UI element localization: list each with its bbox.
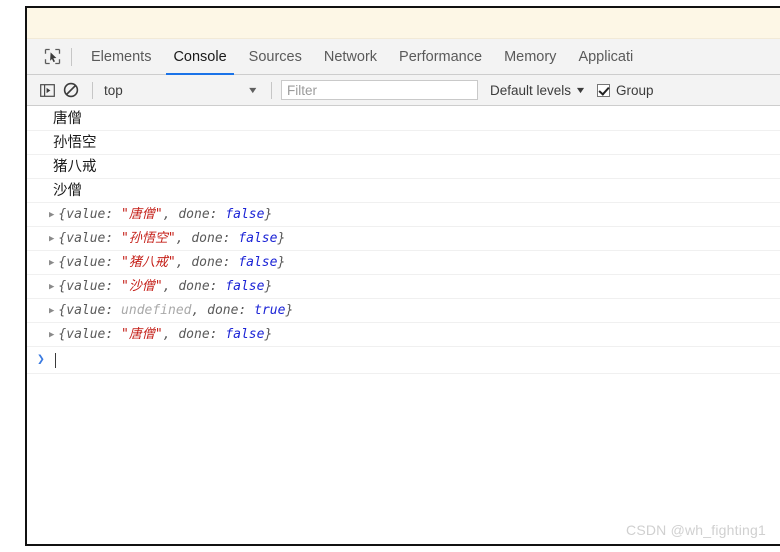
group-similar-label: Group (615, 82, 654, 98)
console-row[interactable]: ▶ {value: "猪八戒", done: false} (27, 251, 780, 275)
log-levels-label: Default levels (490, 82, 572, 98)
console-row[interactable]: ▶ {value: "唐僧", done: false} (27, 203, 780, 227)
disclosure-triangle-icon[interactable]: ▶ (49, 203, 54, 226)
object-done: false (225, 207, 265, 222)
object-close: } (264, 279, 273, 294)
object-mid: , done: (162, 207, 226, 222)
prompt-chevron-icon: ❯ (37, 352, 45, 367)
object-done: true (254, 303, 286, 318)
clear-console-icon[interactable] (59, 79, 83, 101)
chevron-down-icon: ▼ (574, 85, 587, 95)
screenshot-root: Elements Console Sources Network Perform… (0, 0, 780, 552)
object-value: "唐僧" (121, 327, 163, 342)
console-row[interactable]: 孙悟空 (27, 131, 780, 155)
watermark: CSDN @wh_fighting1 (626, 522, 766, 538)
log-levels-dropdown[interactable]: Default levels ▼ (490, 82, 587, 98)
execution-context-selector[interactable]: top ▼ (102, 83, 262, 98)
toolbar-divider-2 (271, 81, 272, 99)
tab-network[interactable]: Network (313, 39, 388, 75)
object-close: } (285, 303, 294, 318)
tabbar-divider (71, 47, 72, 66)
tab-sources[interactable]: Sources (238, 39, 313, 75)
object-mid: , done: (175, 255, 239, 270)
object-value: "沙僧" (121, 279, 163, 294)
object-open: {value: (58, 255, 122, 270)
object-open: {value: (58, 207, 122, 222)
object-open: {value: (58, 231, 122, 246)
console-row[interactable]: ▶ {value: undefined, done: true} (27, 299, 780, 323)
group-similar-toggle[interactable]: Group (596, 82, 654, 98)
console-toolbar: top ▼ Default levels ▼ Group (27, 75, 780, 106)
disclosure-triangle-icon[interactable]: ▶ (49, 227, 54, 250)
object-open: {value: (58, 327, 122, 342)
object-value: "唐僧" (121, 207, 163, 222)
console-row[interactable]: ▶ {value: "孙悟空", done: false} (27, 227, 780, 251)
object-open: {value: (58, 279, 122, 294)
console-row[interactable]: 猪八戒 (27, 155, 780, 179)
disclosure-triangle-icon[interactable]: ▶ (49, 323, 54, 346)
console-row[interactable]: 唐僧 (27, 107, 780, 131)
tab-console[interactable]: Console (162, 39, 237, 75)
toolbar-divider-1 (92, 81, 93, 99)
object-done: false (238, 231, 278, 246)
filter-input[interactable] (281, 80, 478, 100)
chevron-down-icon: ▼ (246, 85, 259, 95)
console-row[interactable]: ▶ {value: "沙僧", done: false} (27, 275, 780, 299)
object-mid: , done: (175, 231, 239, 246)
console-row[interactable]: ▶ {value: "唐僧", done: false} (27, 323, 780, 347)
tab-performance[interactable]: Performance (388, 39, 493, 75)
object-mid: , done: (162, 279, 226, 294)
devtools-window: Elements Console Sources Network Perform… (25, 6, 780, 546)
disclosure-triangle-icon[interactable]: ▶ (49, 251, 54, 274)
object-value: "孙悟空" (121, 231, 176, 246)
execution-context-label: top (104, 82, 123, 98)
object-mid: , done: (162, 327, 226, 342)
devtools-tabbar: Elements Console Sources Network Perform… (27, 39, 780, 75)
console-sidebar-icon[interactable] (35, 79, 59, 101)
object-mid: , done: (191, 303, 255, 318)
console-row[interactable]: 沙僧 (27, 179, 780, 203)
object-close: } (277, 231, 286, 246)
inspect-element-icon[interactable] (39, 44, 65, 70)
object-done: false (225, 327, 265, 342)
object-close: } (264, 207, 273, 222)
console-prompt[interactable]: ❯ (27, 347, 780, 374)
console-messages: 唐僧 孙悟空 猪八戒 沙僧 ▶ {value: "唐僧", done: false… (27, 106, 780, 374)
object-value: undefined (121, 303, 192, 318)
object-value: "猪八戒" (121, 255, 176, 270)
page-content-sliver (27, 8, 780, 39)
disclosure-triangle-icon[interactable]: ▶ (49, 299, 54, 322)
object-done: false (238, 255, 278, 270)
tab-elements[interactable]: Elements (80, 39, 162, 75)
group-similar-checkbox[interactable] (596, 83, 610, 97)
object-open: {value: (58, 303, 122, 318)
text-caret (54, 352, 56, 368)
tab-application[interactable]: Applicati (567, 39, 644, 75)
object-close: } (264, 327, 273, 342)
disclosure-triangle-icon[interactable]: ▶ (49, 275, 54, 298)
object-close: } (277, 255, 286, 270)
object-done: false (225, 279, 265, 294)
tab-memory[interactable]: Memory (493, 39, 567, 75)
